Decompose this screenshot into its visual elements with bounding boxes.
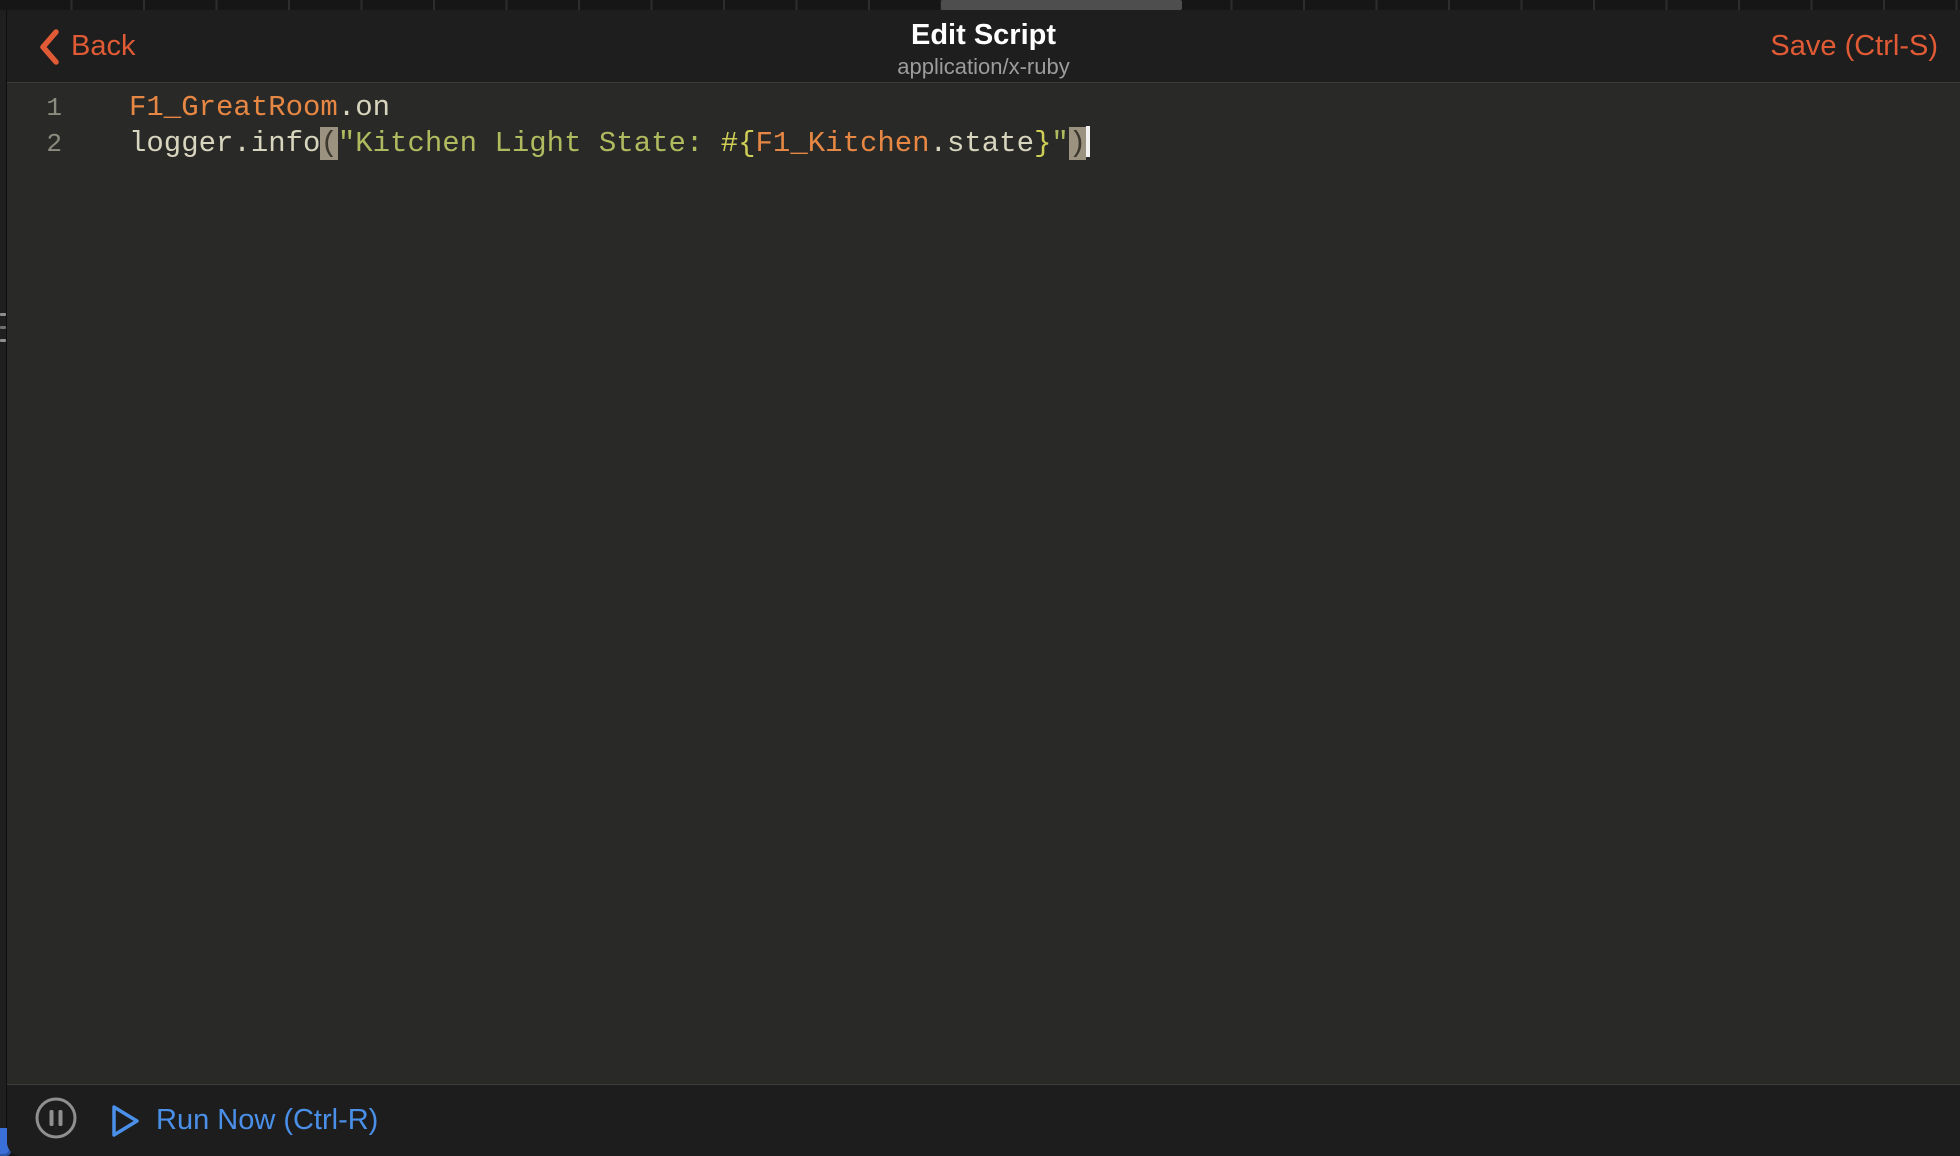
text-cursor: [1086, 126, 1090, 157]
back-button[interactable]: Back: [37, 10, 135, 83]
modal-footer: Run Now (Ctrl-R): [7, 1084, 1960, 1156]
background-table-header: [0, 0, 1960, 10]
modal-header: Back Edit Script application/x-ruby Save…: [7, 10, 1960, 83]
background-page-edge: [0, 10, 7, 1156]
background-text-fragment: [0, 326, 6, 329]
line-number: 2: [7, 126, 62, 162]
background-text-fragment: [0, 339, 6, 342]
save-button[interactable]: Save (Ctrl-S): [1770, 10, 1938, 83]
play-icon: [110, 1104, 140, 1138]
code-editor[interactable]: 1 F1_GreatRoom.on 2 logger.info("Kitchen Li…: [7, 83, 1960, 1084]
script-mime-type: application/x-ruby: [7, 54, 1960, 80]
code-line[interactable]: 1 F1_GreatRoom.on: [7, 90, 1960, 126]
background-scrollbar-thumb[interactable]: [941, 0, 1182, 10]
back-button-label: Back: [71, 30, 135, 63]
chevron-left-icon: [37, 28, 61, 66]
code-lines: 1 F1_GreatRoom.on 2 logger.info("Kitchen Li…: [7, 90, 1960, 162]
background-text-fragment: [0, 313, 6, 316]
page-title: Edit Script: [7, 18, 1960, 52]
modal-title-block: Edit Script application/x-ruby: [7, 18, 1960, 80]
code-text: F1_GreatRoom.on: [129, 90, 390, 126]
run-now-button[interactable]: Run Now (Ctrl-R): [110, 1104, 378, 1138]
pause-icon: [34, 1096, 78, 1145]
code-line[interactable]: 2 logger.info("Kitchen Light State: #{F1_…: [7, 126, 1960, 162]
line-number: 1: [7, 90, 62, 126]
run-now-label: Run Now (Ctrl-R): [156, 1104, 378, 1137]
edit-script-modal: Back Edit Script application/x-ruby Save…: [7, 10, 1960, 1156]
code-text: logger.info("Kitchen Light State: #{F1_K…: [129, 126, 1090, 162]
pause-button[interactable]: [34, 1099, 78, 1143]
